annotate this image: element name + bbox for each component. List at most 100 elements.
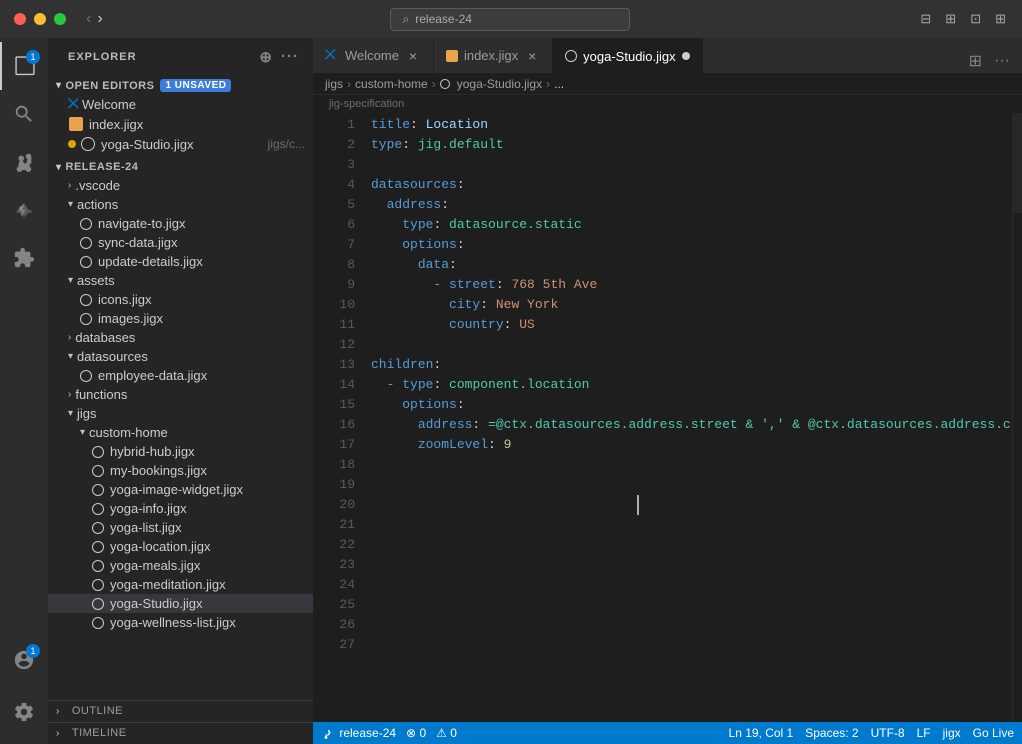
open-editor-welcome[interactable]: Welcome xyxy=(48,95,313,114)
close-button[interactable] xyxy=(14,13,26,25)
nav-back-button[interactable]: ‹ xyxy=(86,10,91,28)
folder-vscode[interactable]: › .vscode xyxy=(48,176,313,195)
file-update-details[interactable]: update-details.jigx xyxy=(48,252,313,271)
custom-home-chevron: ▾ xyxy=(80,427,85,438)
file-yoga-wellness-list[interactable]: yoga-wellness-list.jigx xyxy=(48,613,313,632)
activity-explorer[interactable]: 1 xyxy=(0,42,48,90)
breadcrumb-yoga-studio[interactable]: yoga-Studio.jigx xyxy=(457,77,542,91)
timeline-tab[interactable]: TIMELINE xyxy=(64,725,135,742)
folder-jigs[interactable]: ▾ jigs xyxy=(48,404,313,423)
tab-index-label: index.jigx xyxy=(464,48,518,63)
breadcrumb-custom-home[interactable]: custom-home xyxy=(355,77,428,91)
activity-account[interactable]: 1 xyxy=(0,636,48,684)
file-icons[interactable]: icons.jigx xyxy=(48,290,313,309)
timeline-section[interactable]: › TIMELINE xyxy=(48,722,313,744)
tab-welcome[interactable]: Welcome × xyxy=(313,38,434,73)
title-bar: ‹ › ⌕ release-24 ⊟ ⊞ ⊡ ⊞ xyxy=(0,0,1022,38)
file-my-bookings[interactable]: my-bookings.jigx xyxy=(48,461,313,480)
maximize-button[interactable] xyxy=(54,13,66,25)
activity-source-control[interactable] xyxy=(0,138,48,186)
file-yoga-info[interactable]: yoga-info.jigx xyxy=(48,499,313,518)
outline-section[interactable]: › OUTLINE xyxy=(48,700,313,722)
line-numbers: 1 2 3 4 5 6 7 8 9 10 11 12 13 14 15 16 1… xyxy=(313,113,363,722)
release-section-header[interactable]: ▾ RELEASE-24 xyxy=(48,158,313,176)
toggle-panel-icon[interactable]: ⊡ xyxy=(966,9,985,29)
file-employee-data[interactable]: employee-data.jigx xyxy=(48,366,313,385)
more-tabs-icon[interactable]: ··· xyxy=(990,50,1014,72)
file-sync-data[interactable]: sync-data.jigx xyxy=(48,233,313,252)
tab-bar: Welcome × index.jigx × yoga-Studio.jigx … xyxy=(313,38,1022,73)
file-images[interactable]: images.jigx xyxy=(48,309,313,328)
file-navigate-to[interactable]: navigate-to.jigx xyxy=(48,214,313,233)
split-editor-icon[interactable]: ⊟ xyxy=(916,9,935,29)
tab-welcome-close[interactable]: × xyxy=(405,48,421,64)
status-errors[interactable]: ⊗ 0 xyxy=(406,726,426,740)
folder-databases[interactable]: › databases xyxy=(48,328,313,347)
more-actions-icon[interactable]: ··· xyxy=(279,46,301,68)
file-yoga-location[interactable]: yoga-location.jigx xyxy=(48,537,313,556)
outline-chevron: › xyxy=(56,706,60,717)
sub-breadcrumb: jig-specification xyxy=(313,95,1022,113)
file-navigate-to-name: navigate-to.jigx xyxy=(98,216,305,231)
search-input-container[interactable]: ⌕ release-24 xyxy=(390,8,630,31)
cursor xyxy=(637,495,639,515)
folder-custom-home[interactable]: ▾ custom-home xyxy=(48,423,313,442)
folder-actions-name: actions xyxy=(77,197,118,212)
breadcrumb-ellipsis[interactable]: ... xyxy=(554,77,564,91)
status-go-live[interactable]: Go Live xyxy=(973,726,1014,740)
tab-modified-dot xyxy=(682,52,690,60)
activity-settings[interactable] xyxy=(0,688,48,736)
activity-search[interactable] xyxy=(0,90,48,138)
folder-actions[interactable]: ▾ actions xyxy=(48,195,313,214)
new-file-icon[interactable]: ⊕ xyxy=(257,46,275,68)
file-yoga-meditation[interactable]: yoga-meditation.jigx xyxy=(48,575,313,594)
minimize-button[interactable] xyxy=(34,13,46,25)
file-yoga-studio[interactable]: yoga-Studio.jigx xyxy=(48,594,313,613)
status-spaces[interactable]: Spaces: 2 xyxy=(805,726,858,740)
folder-vscode-name: .vscode xyxy=(75,178,120,193)
tab-yoga-studio[interactable]: yoga-Studio.jigx xyxy=(553,38,703,73)
file-hybrid-hub[interactable]: hybrid-hub.jigx xyxy=(48,442,313,461)
open-editors-label: Open Editors xyxy=(66,80,155,92)
file-yoga-image-widget[interactable]: yoga-image-widget.jigx xyxy=(48,480,313,499)
status-encoding[interactable]: UTF-8 xyxy=(871,726,905,740)
tab-index[interactable]: index.jigx × xyxy=(434,38,553,73)
sidebar-header: Explorer ⊕ ··· xyxy=(48,38,313,76)
editor-content[interactable]: title: Location type: jig.default dataso… xyxy=(363,113,1012,722)
open-editor-welcome-name: Welcome xyxy=(82,97,305,112)
status-eol[interactable]: LF xyxy=(917,726,931,740)
title-nav: ‹ › xyxy=(66,10,103,28)
status-language[interactable]: jigx xyxy=(943,726,961,740)
file-yoga-list[interactable]: yoga-list.jigx xyxy=(48,518,313,537)
sub-breadcrumb-text: jig-specification xyxy=(329,98,404,110)
editor[interactable]: 1 2 3 4 5 6 7 8 9 10 11 12 13 14 15 16 1… xyxy=(313,113,1022,722)
folder-functions[interactable]: › functions xyxy=(48,385,313,404)
status-branch[interactable]: release-24 xyxy=(321,726,396,740)
file-yoga-meals[interactable]: yoga-meals.jigx xyxy=(48,556,313,575)
folder-assets[interactable]: ▾ assets xyxy=(48,271,313,290)
release-chevron: ▾ xyxy=(56,162,62,173)
folder-custom-home-name: custom-home xyxy=(89,425,168,440)
yoga-wellness-list-icon xyxy=(92,617,104,629)
tab-end-actions: ⊞ ··· xyxy=(965,49,1022,73)
yoga-meals-icon xyxy=(92,560,104,572)
status-warnings[interactable]: ⚠ 0 xyxy=(436,726,457,740)
open-editors-section[interactable]: ▾ Open Editors 1 unsaved xyxy=(48,76,313,95)
outline-tab[interactable]: OUTLINE xyxy=(64,703,131,720)
activity-extensions[interactable] xyxy=(0,234,48,282)
open-editor-index[interactable]: index.jigx xyxy=(48,114,313,134)
breadcrumb-sep-2: › xyxy=(432,77,436,91)
breadcrumb-jigs[interactable]: jigs xyxy=(325,77,343,91)
breadcrumb: jigs › custom-home › yoga-Studio.jigx › … xyxy=(313,73,1022,95)
title-actions: ⊟ ⊞ ⊡ ⊞ xyxy=(916,9,1022,29)
tab-index-close[interactable]: × xyxy=(524,48,540,64)
assets-chevron: ▾ xyxy=(68,275,73,286)
toggle-sidebar-icon[interactable]: ⊞ xyxy=(941,9,960,29)
activity-run[interactable] xyxy=(0,186,48,234)
status-ln-col[interactable]: Ln 19, Col 1 xyxy=(729,726,794,740)
open-editor-yoga-studio[interactable]: yoga-Studio.jigx jigs/c... xyxy=(48,134,313,154)
split-right-icon[interactable]: ⊞ xyxy=(965,49,986,73)
customize-layout-icon[interactable]: ⊞ xyxy=(991,9,1010,29)
folder-datasources[interactable]: ▾ datasources xyxy=(48,347,313,366)
file-icons-name: icons.jigx xyxy=(98,292,305,307)
